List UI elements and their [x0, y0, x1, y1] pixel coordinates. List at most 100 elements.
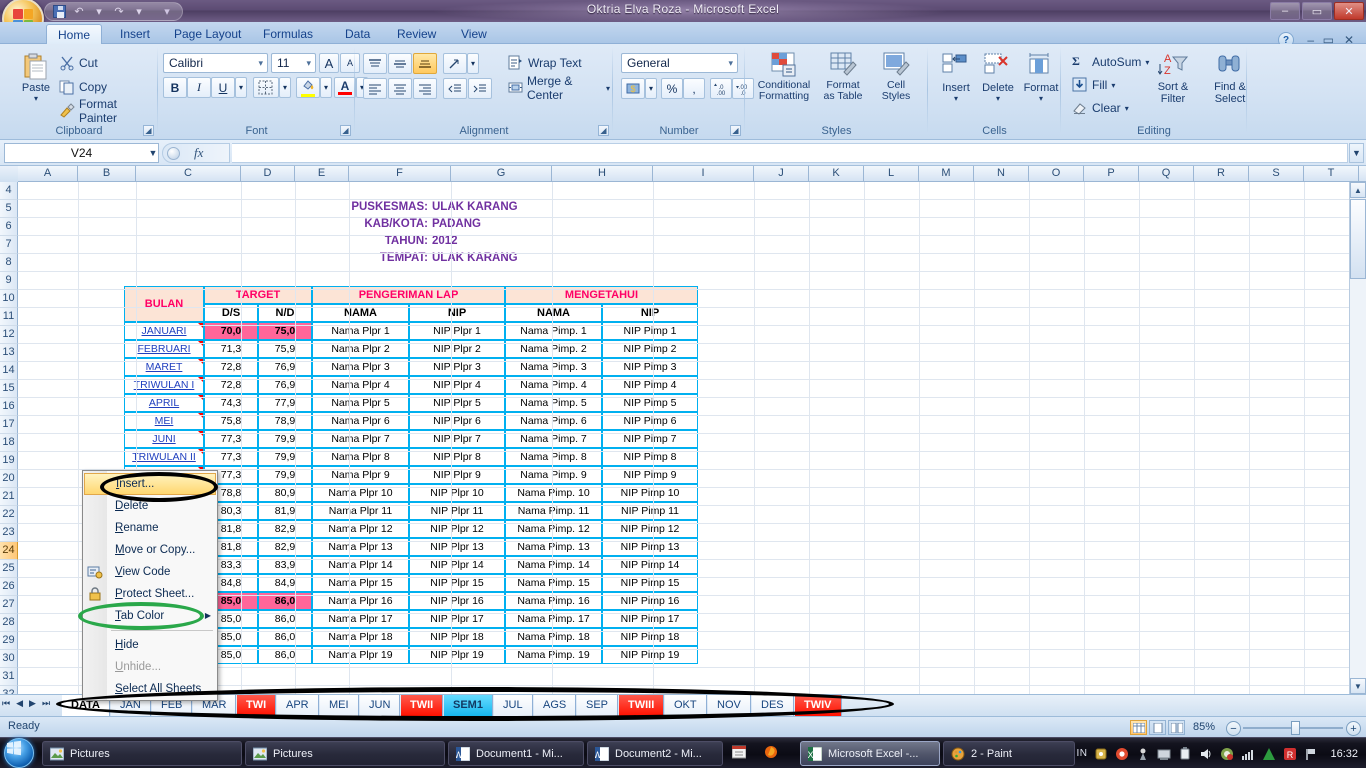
- font-name-dropdown[interactable]: ▾: [258, 58, 263, 69]
- row-header-18[interactable]: 18: [0, 434, 18, 452]
- redo-button[interactable]: ↷: [111, 4, 127, 20]
- context-menu-item-view-code[interactable]: View Code: [83, 561, 217, 583]
- sheet-context-menu[interactable]: Insert... Delete Rename Move or Copy... View…: [82, 470, 218, 701]
- formula-input[interactable]: [232, 143, 1348, 163]
- autosum-button[interactable]: Σ AutoSum ▾: [1069, 52, 1152, 72]
- minimize-button[interactable]: –: [1270, 2, 1300, 20]
- vertical-scrollbar[interactable]: ▲ ▼: [1349, 182, 1366, 694]
- column-header-L[interactable]: L: [864, 166, 919, 182]
- row-header-31[interactable]: 31: [0, 668, 18, 686]
- zoom-out-button[interactable]: −: [1226, 721, 1241, 736]
- underline-button[interactable]: U: [211, 77, 235, 98]
- font-color-button[interactable]: A: [334, 77, 356, 98]
- row-header-11[interactable]: 11: [0, 308, 18, 326]
- column-header-N[interactable]: N: [974, 166, 1029, 182]
- fill-color-dropdown[interactable]: ▾: [320, 77, 332, 98]
- copy-button[interactable]: Copy: [56, 77, 110, 97]
- tab-page-layout[interactable]: Page Layout: [163, 24, 252, 44]
- signal-icon[interactable]: [1240, 746, 1255, 761]
- flag-icon[interactable]: [1303, 746, 1318, 761]
- column-header-S[interactable]: S: [1249, 166, 1304, 182]
- row-headers[interactable]: 4 5 6 7 8 9 10 11 12 13 14 15 16 17 18 19 20 21 22 23 24 25 26…: [0, 182, 18, 714]
- column-header-H[interactable]: H: [552, 166, 653, 182]
- system-tray[interactable]: IN R 16:32: [1076, 738, 1362, 768]
- start-button[interactable]: [4, 738, 34, 768]
- zoom-percentage[interactable]: 85%: [1193, 721, 1215, 733]
- column-header-Q[interactable]: Q: [1139, 166, 1194, 182]
- find-select-button[interactable]: Find & Select: [1202, 51, 1258, 105]
- scroll-up-arrow[interactable]: ▲: [1350, 182, 1366, 198]
- last-sheet-button[interactable]: ⏭: [42, 698, 50, 709]
- merge-center-dropdown[interactable]: ▾: [606, 84, 610, 93]
- name-box-dropdown-icon[interactable]: ▼: [146, 143, 160, 163]
- row-header-7[interactable]: 7: [0, 236, 18, 254]
- decrease-indent-button[interactable]: [443, 78, 467, 99]
- column-header-T[interactable]: T: [1304, 166, 1359, 182]
- align-center-button[interactable]: [388, 78, 412, 99]
- sheet-tab-apr[interactable]: APR: [277, 695, 319, 716]
- row-header-17[interactable]: 17: [0, 416, 18, 434]
- name-box[interactable]: V24: [4, 143, 159, 163]
- firefox-icon[interactable]: [764, 745, 782, 763]
- align-middle-button[interactable]: [388, 53, 412, 74]
- triangle-green-icon[interactable]: [1261, 746, 1276, 761]
- column-header-M[interactable]: M: [919, 166, 974, 182]
- taskbar-item-0[interactable]: Pictures: [42, 741, 242, 766]
- cell-styles-button[interactable]: Cell Styles: [871, 50, 921, 102]
- column-header-R[interactable]: R: [1194, 166, 1249, 182]
- sheet-navigation-buttons[interactable]: ⏮ ◀ ▶ ⏭: [2, 698, 50, 709]
- calendar-icon[interactable]: [731, 745, 750, 763]
- antivirus-icon[interactable]: [1219, 746, 1234, 761]
- column-header-D[interactable]: D: [241, 166, 295, 182]
- column-header-F[interactable]: F: [349, 166, 451, 182]
- fill-dropdown[interactable]: ▾: [1111, 81, 1115, 90]
- insert-cells-button[interactable]: Insert ▾: [936, 52, 976, 103]
- orientation-button[interactable]: [443, 53, 467, 74]
- underline-dropdown[interactable]: ▾: [235, 77, 247, 98]
- security-icon[interactable]: [1093, 746, 1108, 761]
- accounting-dropdown[interactable]: ▾: [645, 78, 657, 99]
- align-top-button[interactable]: [363, 53, 387, 74]
- comma-style-button[interactable]: ,: [683, 78, 705, 99]
- customize-qat-button[interactable]: ▾: [159, 4, 175, 20]
- taskbar-item-3[interactable]: W Document2 - Mi...: [587, 741, 723, 766]
- row-header-24[interactable]: 24: [0, 542, 18, 560]
- context-menu-item-delete[interactable]: Delete: [83, 495, 217, 517]
- clipboard-dialog-launcher[interactable]: ◢: [143, 125, 154, 136]
- merge-center-button[interactable]: Merge & Center ▾: [505, 74, 613, 102]
- normal-view-button[interactable]: [1130, 720, 1147, 735]
- close-button[interactable]: ✕: [1334, 2, 1364, 20]
- tab-review[interactable]: Review: [386, 24, 447, 44]
- format-cells-button[interactable]: Format ▾: [1020, 52, 1062, 103]
- grow-font-button[interactable]: A: [319, 53, 339, 73]
- shield-red-icon[interactable]: R: [1282, 746, 1297, 761]
- font-size-input[interactable]: 11 ▾: [271, 53, 316, 73]
- row-header-28[interactable]: 28: [0, 614, 18, 632]
- context-menu-item-hide[interactable]: Hide: [83, 634, 217, 656]
- sheet-tab-twiv[interactable]: TWIV: [795, 695, 842, 716]
- percent-style-button[interactable]: %: [661, 78, 683, 99]
- align-left-button[interactable]: [363, 78, 387, 99]
- column-header-A[interactable]: A: [18, 166, 78, 182]
- context-menu-items[interactable]: Insert... Delete Rename Move or Copy... View…: [83, 473, 217, 700]
- font-dialog-launcher[interactable]: ◢: [340, 125, 351, 136]
- update-icon[interactable]: [1135, 746, 1150, 761]
- undo-dropdown[interactable]: ▾: [91, 4, 107, 20]
- save-button[interactable]: [51, 4, 67, 20]
- row-header-30[interactable]: 30: [0, 650, 18, 668]
- tab-home[interactable]: Home: [46, 24, 103, 44]
- undo-button[interactable]: ↶: [71, 4, 87, 20]
- cut-button[interactable]: Cut: [56, 53, 101, 73]
- italic-button[interactable]: I: [187, 77, 211, 98]
- row-header-14[interactable]: 14: [0, 362, 18, 380]
- vertical-scroll-thumb[interactable]: [1350, 199, 1366, 279]
- page-break-view-button[interactable]: [1168, 720, 1185, 735]
- row-header-8[interactable]: 8: [0, 254, 18, 272]
- zoom-in-button[interactable]: +: [1346, 721, 1361, 736]
- column-header-U[interactable]: U: [1359, 166, 1366, 182]
- row-header-27[interactable]: 27: [0, 596, 18, 614]
- clear-dropdown[interactable]: ▾: [1125, 104, 1129, 113]
- first-sheet-button[interactable]: ⏮: [2, 698, 10, 709]
- format-cells-dropdown[interactable]: ▾: [1039, 94, 1043, 103]
- row-header-13[interactable]: 13: [0, 344, 18, 362]
